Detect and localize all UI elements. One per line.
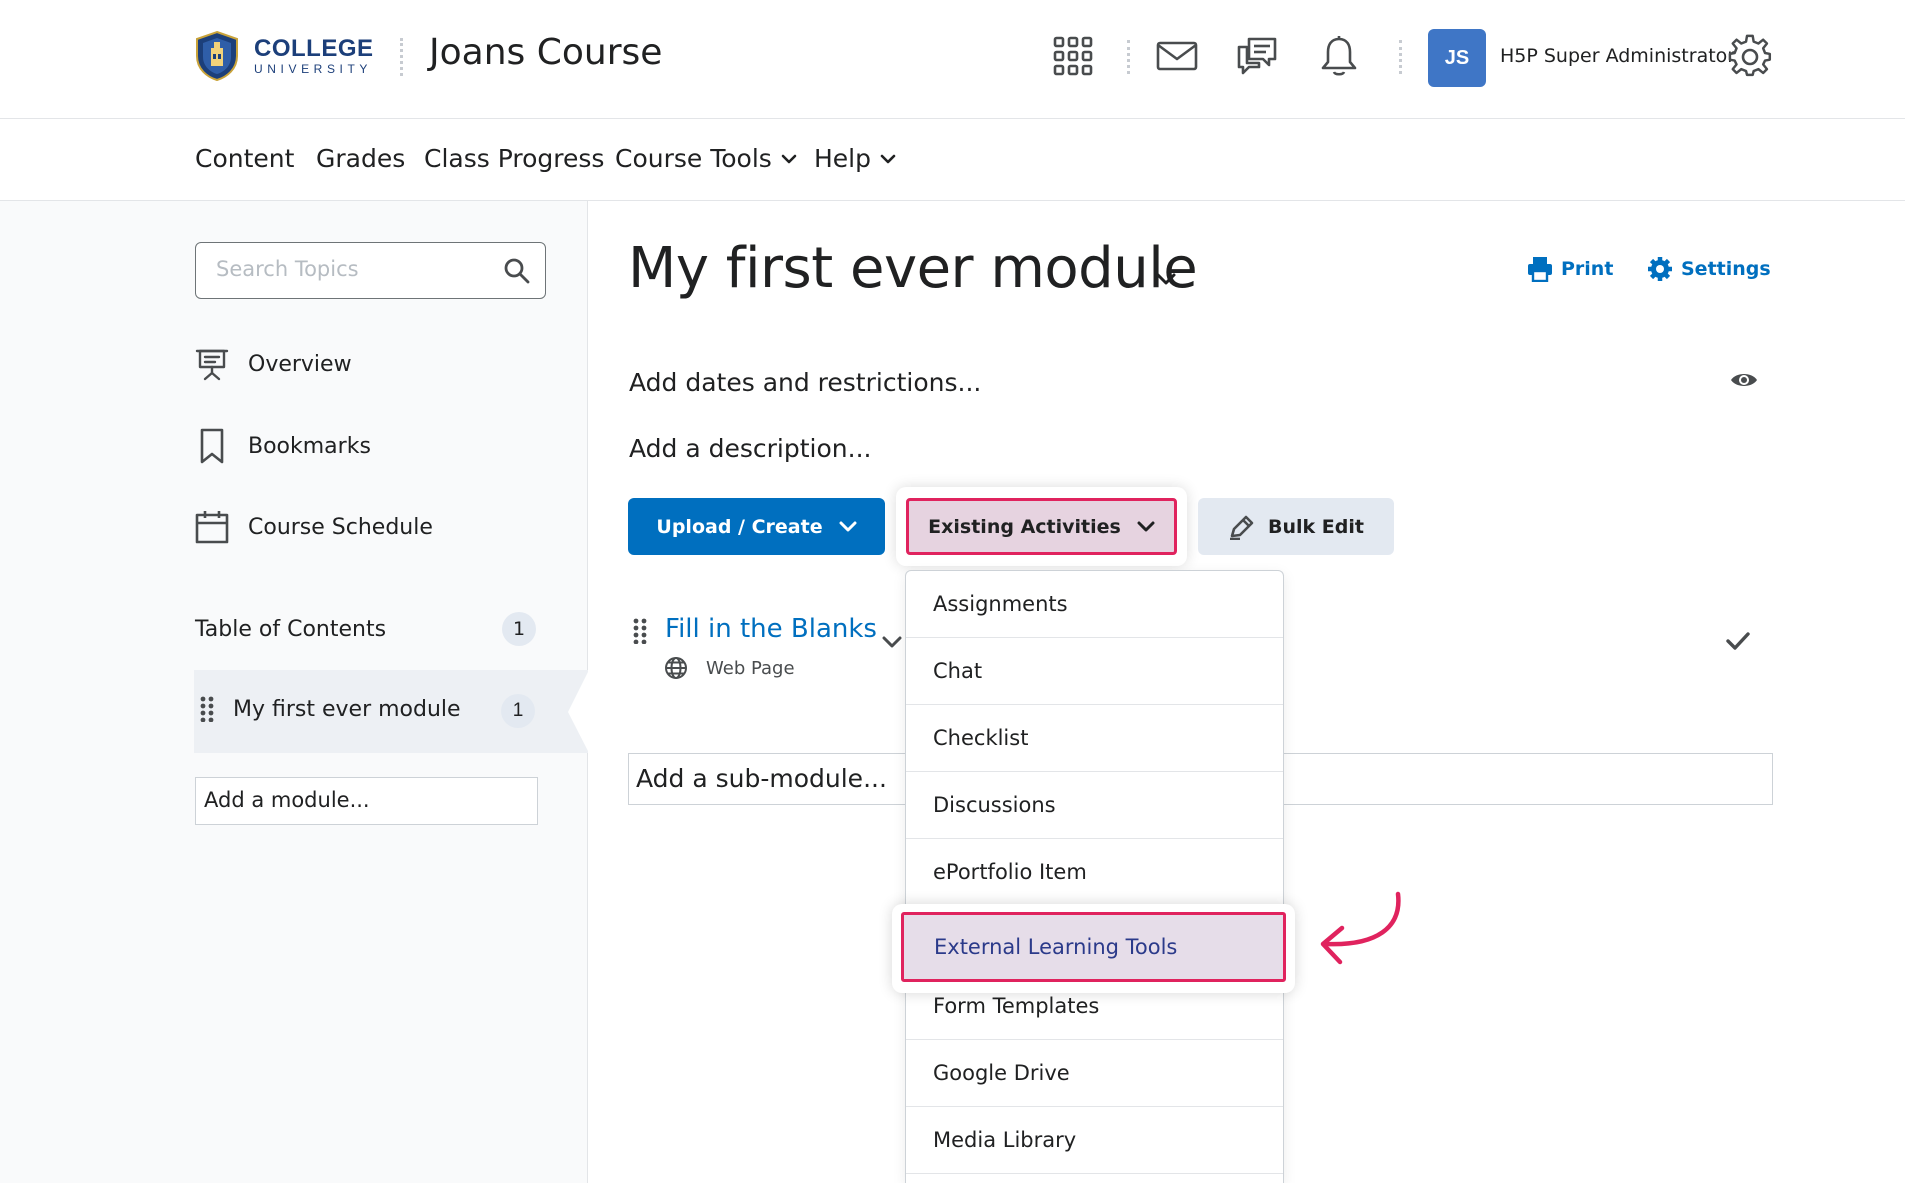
chevron-down-icon[interactable] xyxy=(882,636,902,654)
menu-item-chat[interactable]: Chat xyxy=(906,638,1283,705)
apps-grid-icon[interactable] xyxy=(1049,32,1097,80)
menu-item-assignments[interactable]: Assignments xyxy=(906,571,1283,638)
header-divider xyxy=(400,38,403,76)
menu-item-eportfolio-item[interactable]: ePortfolio Item xyxy=(906,839,1283,906)
logo-line1: COLLEGE xyxy=(254,35,374,62)
add-description[interactable]: Add a description... xyxy=(629,434,871,463)
nav-course-tools[interactable]: Course Tools xyxy=(615,144,797,173)
chevron-down-icon xyxy=(839,521,857,531)
user-name[interactable]: H5P Super Administrator xyxy=(1500,45,1735,67)
menu-item-media-library[interactable]: Media Library xyxy=(906,1107,1283,1174)
print-button[interactable]: Print xyxy=(1527,256,1613,282)
sidebar-item-overview[interactable]: Overview xyxy=(194,346,352,382)
count-badge: 1 xyxy=(502,612,536,646)
existing-activities-button[interactable]: Existing Activities xyxy=(906,498,1177,555)
search-icon[interactable] xyxy=(503,257,531,290)
module-label: My first ever module xyxy=(233,697,461,722)
chevron-down-icon[interactable] xyxy=(1155,272,1177,291)
presentation-board-icon xyxy=(194,346,230,382)
chevron-down-icon xyxy=(1137,521,1155,531)
sidebar-item-bookmarks[interactable]: Bookmarks xyxy=(194,428,371,464)
calendar-icon xyxy=(194,509,230,545)
pointer-arrow-icon xyxy=(1306,888,1416,1003)
avatar[interactable]: JS xyxy=(1428,29,1486,87)
mail-icon[interactable] xyxy=(1153,32,1201,80)
logo-line2: UNIVERSITY xyxy=(254,62,373,76)
menu-item-discussions[interactable]: Discussions xyxy=(906,772,1283,839)
page-title[interactable]: My first ever module xyxy=(628,236,1198,301)
upload-create-button[interactable]: Upload / Create xyxy=(628,498,885,555)
content-item-type: Web Page xyxy=(664,656,795,680)
nav-class-progress[interactable]: Class Progress xyxy=(424,144,604,173)
bulk-edit-button[interactable]: Bulk Edit xyxy=(1198,498,1394,555)
pencil-edit-icon xyxy=(1230,515,1254,540)
count-badge: 1 xyxy=(501,694,535,728)
globe-icon xyxy=(665,657,687,679)
sidebar-item-course-schedule[interactable]: Course Schedule xyxy=(194,509,433,545)
search-topics-field[interactable] xyxy=(195,242,546,299)
shield-logo-icon xyxy=(196,30,238,82)
checkmark-icon[interactable] xyxy=(1726,631,1750,656)
drag-handle-icon[interactable] xyxy=(200,696,214,727)
bookmark-icon xyxy=(194,428,230,464)
header-divider xyxy=(1399,40,1402,74)
settings-gear-icon[interactable] xyxy=(1726,32,1774,80)
content-item-title-link[interactable]: Fill in the Blanks xyxy=(665,614,877,644)
nav-content[interactable]: Content xyxy=(195,144,294,173)
sidebar-module-item[interactable]: My first ever module 1 xyxy=(194,670,588,753)
table-of-contents[interactable]: Table of Contents 1 xyxy=(195,612,536,646)
eye-visibility-icon[interactable] xyxy=(1730,370,1758,395)
menu-item-google-drive[interactable]: Google Drive xyxy=(906,1040,1283,1107)
add-module-input[interactable]: Add a module... xyxy=(195,777,538,825)
existing-activities-menu: Assignments Chat Checklist Discussions e… xyxy=(905,570,1284,1183)
drag-handle-icon[interactable] xyxy=(633,618,647,649)
printer-icon xyxy=(1528,257,1552,282)
course-title[interactable]: Joans Course xyxy=(429,32,662,73)
selection-notch xyxy=(568,670,589,753)
chat-icon[interactable] xyxy=(1233,32,1281,80)
course-navbar: Content Grades Class Progress Course Too… xyxy=(0,120,1905,201)
search-input[interactable] xyxy=(216,257,486,281)
gear-icon xyxy=(1648,257,1672,281)
header-divider xyxy=(1127,40,1130,74)
nav-grades[interactable]: Grades xyxy=(316,144,405,173)
menu-item-checklist[interactable]: Checklist xyxy=(906,705,1283,772)
bell-icon[interactable] xyxy=(1315,32,1363,80)
chevron-down-icon xyxy=(880,154,896,163)
nav-help[interactable]: Help xyxy=(814,144,896,173)
menu-item-external-learning-tools[interactable]: External Learning Tools xyxy=(901,912,1286,982)
toc-label: Table of Contents xyxy=(195,616,387,642)
top-header: COLLEGE UNIVERSITY Joans Course JS H5P S… xyxy=(0,0,1905,119)
chevron-down-icon xyxy=(781,154,797,163)
college-university-logo[interactable]: COLLEGE UNIVERSITY xyxy=(194,30,374,82)
add-dates-restrictions[interactable]: Add dates and restrictions... xyxy=(629,368,981,397)
settings-button[interactable]: Settings xyxy=(1647,256,1771,282)
